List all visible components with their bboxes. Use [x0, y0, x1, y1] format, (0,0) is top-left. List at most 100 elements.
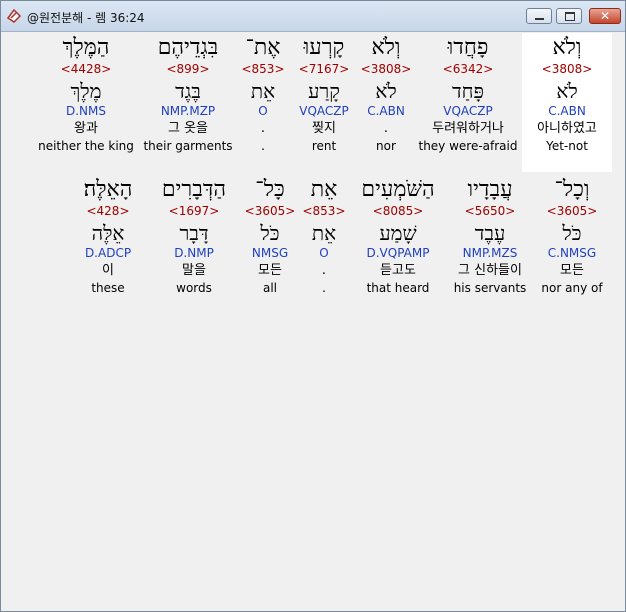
strong-number[interactable]: <3605>: [242, 203, 298, 219]
word-column[interactable]: הַדְּבָרִים <1697> דָּבָר D.NMP 말을 words: [148, 177, 240, 296]
hebrew-lemma: בֶּגֶד: [175, 79, 201, 103]
strong-number[interactable]: <853>: [238, 61, 288, 77]
hebrew-lemma: פָּחַד: [452, 79, 484, 103]
strong-number[interactable]: <1697>: [148, 203, 240, 219]
korean-gloss: 그 신하들이: [458, 263, 522, 278]
korean-gloss: .: [383, 121, 389, 136]
word-column[interactable]: בִּגְדֵיהֶם <899> בֶּגֶד NMP.MZP 그 옷을 th…: [140, 35, 236, 154]
hebrew-lemma: אֵלֶּה: [91, 221, 125, 245]
english-gloss: neither the king: [38, 139, 134, 153]
parsing-code: VQACZP: [443, 104, 493, 118]
korean-gloss: 모든: [258, 263, 282, 278]
strong-number[interactable]: <3808>: [354, 61, 418, 77]
word-column[interactable]: אֵת <853> אֵת O . .: [302, 177, 346, 296]
minimize-icon: [527, 9, 551, 23]
word-column[interactable]: כָּל־ <3605> כֹּל NMSG 모든 all: [242, 177, 298, 296]
english-gloss: nor any of: [541, 281, 603, 295]
korean-gloss: 말을: [182, 263, 206, 278]
english-gloss: nor: [376, 139, 396, 153]
hebrew-word: אֶת־: [245, 35, 281, 60]
maximize-icon: [557, 9, 581, 23]
word-column[interactable]: וְלֹא <3808> לֹא C.ABN . nor: [354, 35, 418, 154]
parsing-code: NMSG: [251, 246, 289, 260]
korean-gloss: 찢지: [312, 121, 336, 136]
word-column[interactable]: הַמֶּלֶךְ <4428> מֶלֶךְ D.NMS 왕과 neither…: [34, 35, 138, 154]
strong-number[interactable]: <3605>: [532, 203, 612, 219]
strong-number[interactable]: <4428>: [34, 61, 138, 77]
english-gloss: all: [262, 281, 278, 295]
hebrew-word: הָאֵלֶּה׃: [83, 177, 133, 202]
parsing-code: D.NMP: [174, 246, 214, 260]
strong-number[interactable]: <899>: [140, 61, 236, 77]
english-gloss: his servants: [453, 281, 527, 295]
hebrew-word: וְלֹא: [552, 35, 582, 60]
word-column[interactable]: אֶת־ <853> אֵת O . .: [238, 35, 288, 154]
strong-number[interactable]: <5650>: [444, 203, 536, 219]
korean-gloss: .: [321, 263, 327, 278]
hebrew-word: כָּל־: [255, 177, 285, 202]
word-column[interactable]: וְכָל־ <3605> כֹּל C.NMSG 모든 nor any of: [532, 177, 612, 296]
hebrew-word: הַמֶּלֶךְ: [62, 35, 110, 60]
strong-number[interactable]: <8085>: [348, 203, 448, 219]
hebrew-word: הַשֹּׁמְעִים: [361, 177, 435, 202]
hebrew-lemma: לֹא: [556, 79, 578, 103]
strong-number[interactable]: <853>: [302, 203, 346, 219]
word-column[interactable]: קָרְעוּ <7167> קָרַע VQACZP 찢지 rent: [292, 35, 356, 154]
hebrew-lemma: עֶבֶד: [474, 221, 506, 245]
minimize-button[interactable]: [526, 8, 552, 24]
english-gloss: these: [91, 281, 125, 295]
english-gloss: Yet-not: [546, 139, 588, 153]
hebrew-lemma: מֶלֶךְ: [70, 79, 102, 103]
english-gloss: .: [322, 281, 326, 295]
parsing-code: C.NMSG: [547, 246, 597, 260]
app-window: @원전분해 - 렘 36:24 ✕ וְלֹא <3808> לֹא C.ABN…: [0, 0, 626, 612]
korean-gloss: 모든: [560, 263, 584, 278]
word-column[interactable]: פָחֲדוּ <6342> פָּחַד VQACZP 두려워하거나 they…: [416, 35, 520, 154]
hebrew-word: פָחֲדוּ: [447, 35, 489, 60]
hebrew-word: עֲבָדָיו: [467, 177, 513, 202]
strong-number[interactable]: <3808>: [524, 61, 610, 77]
korean-gloss: .: [260, 121, 266, 136]
hebrew-lemma: לֹא: [375, 79, 397, 103]
close-button[interactable]: ✕: [589, 8, 621, 24]
app-icon: [6, 8, 22, 23]
strong-number[interactable]: <428>: [66, 203, 150, 219]
maximize-button[interactable]: [556, 8, 582, 24]
hebrew-lemma: דָּבָר: [179, 221, 209, 245]
english-gloss: they were-afraid: [418, 139, 518, 153]
hebrew-lemma: אֵת: [311, 221, 337, 245]
title-bar[interactable]: @원전분해 - 렘 36:24 ✕: [1, 1, 625, 32]
hebrew-word: בִּגְדֵיהֶם: [157, 35, 219, 60]
strong-number[interactable]: <7167>: [292, 61, 356, 77]
english-gloss: .: [261, 139, 265, 153]
word-column[interactable]: הַשֹּׁמְעִים <8085> שָׁמַע D.VQPAMP 듣고도 …: [348, 177, 448, 296]
hebrew-word: קָרְעוּ: [303, 35, 345, 60]
parsing-code: C.ABN: [367, 104, 405, 118]
window-title: @원전분해 - 렘 36:24: [27, 11, 145, 25]
word-column[interactable]: הָאֵלֶּה׃ <428> אֵלֶּה D.ADCP 이 these: [66, 177, 150, 296]
english-gloss: their garments: [143, 139, 233, 153]
strong-number[interactable]: <6342>: [416, 61, 520, 77]
parsing-code: NMP.MZS: [462, 246, 518, 260]
parsing-code: O: [319, 246, 329, 260]
korean-gloss: 두려워하거나: [432, 121, 504, 136]
hebrew-lemma: אֵת: [250, 79, 276, 103]
parsing-code: O: [258, 104, 268, 118]
hebrew-lemma: שָׁמַע: [379, 221, 417, 245]
korean-gloss: 아니하였고: [537, 121, 597, 136]
hebrew-word: הַדְּבָרִים: [161, 177, 227, 202]
parsing-code: D.ADCP: [84, 246, 132, 260]
english-gloss: rent: [311, 139, 337, 153]
parsing-code: NMP.MZP: [160, 104, 216, 118]
word-column[interactable]: וְלֹא <3808> לֹא C.ABN 아니하였고 Yet-not: [524, 35, 610, 154]
parsing-code: C.ABN: [548, 104, 586, 118]
hebrew-lemma: קָרַע: [308, 79, 340, 103]
parsing-code: VQACZP: [299, 104, 349, 118]
interlinear-panel: וְלֹא <3808> לֹא C.ABN 아니하였고 Yet-not פָח…: [4, 33, 622, 607]
parsing-code: D.VQPAMP: [366, 246, 430, 260]
hebrew-word: וְכָל־: [554, 177, 590, 202]
korean-gloss: 이: [102, 263, 114, 278]
word-column[interactable]: עֲבָדָיו <5650> עֶבֶד NMP.MZS 그 신하들이 his…: [444, 177, 536, 296]
english-gloss: words: [176, 281, 212, 295]
korean-gloss: 그 옷을: [167, 121, 208, 136]
